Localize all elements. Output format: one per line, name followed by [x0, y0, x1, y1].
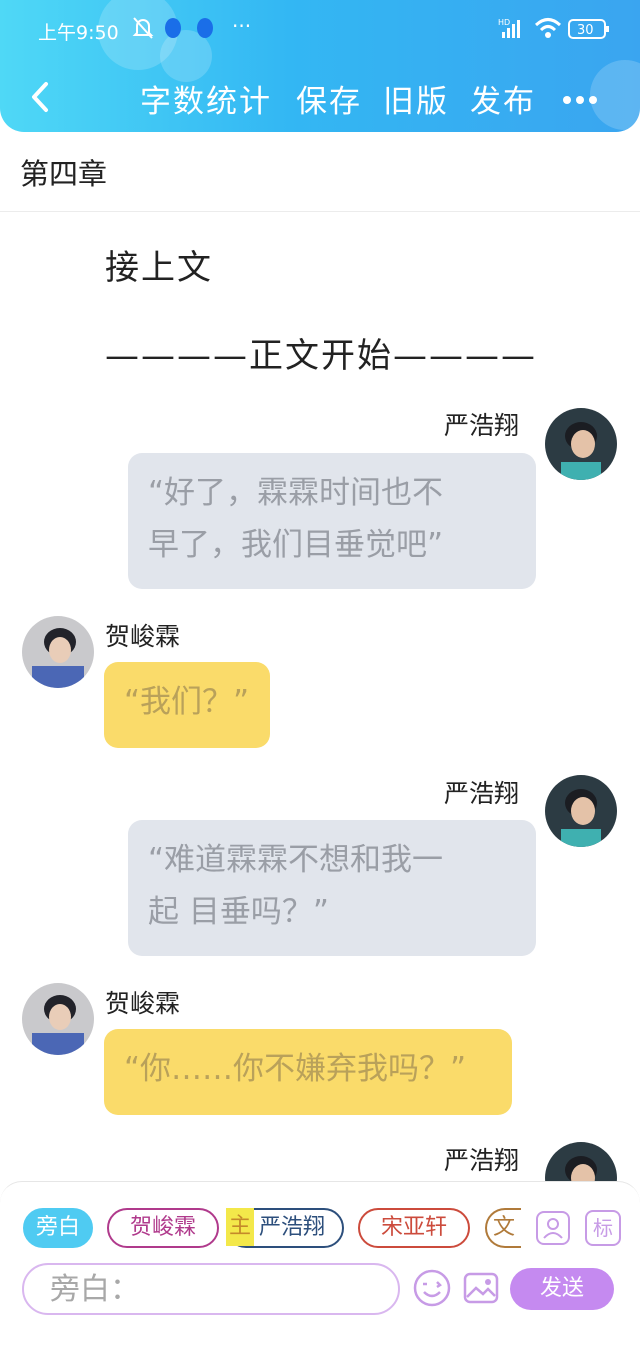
save-button[interactable]: 保存	[296, 76, 362, 121]
role-chip-he-junlin[interactable]: 贺峻霖	[107, 1208, 219, 1248]
svg-text:30: 30	[577, 23, 594, 38]
speaker-name: 严浩翔	[444, 779, 520, 808]
qq-icon	[162, 16, 184, 45]
more-menu-button[interactable]	[562, 90, 598, 104]
person-card-icon	[536, 1211, 570, 1245]
mark-label: 标	[593, 1216, 613, 1240]
status-time: 上午9:50	[38, 22, 119, 44]
nav-bar: 字数统计 保存 旧版 发布	[0, 68, 640, 128]
message-text: “好了，霖霖时间也不	[148, 475, 444, 511]
message-input[interactable]	[48, 1271, 382, 1308]
main-role-tag: 主	[226, 1208, 254, 1246]
more-dots-icon	[563, 96, 597, 104]
avatar-he-junlin[interactable]	[22, 983, 94, 1055]
emoji-button[interactable]	[412, 1268, 452, 1308]
signal-icon: HD	[498, 16, 526, 45]
avatar-he-junlin[interactable]	[22, 616, 94, 688]
publish-button[interactable]: 发布	[470, 76, 536, 121]
mark-button[interactable]: 标	[585, 1210, 621, 1246]
role-chip-partial[interactable]: 文	[485, 1208, 521, 1248]
message-input-box[interactable]	[22, 1263, 400, 1315]
message-text: “难道霖霖不想和我一	[148, 842, 444, 878]
speaker-name: 严浩翔	[444, 411, 520, 440]
chip-label: 严浩翔	[258, 1215, 325, 1240]
message-text: 早了，我们目垂觉吧”	[148, 527, 444, 563]
message-text: “我们？”	[124, 684, 250, 720]
chip-label: 旁白	[35, 1215, 80, 1240]
speaker-name: 贺峻霖	[105, 622, 181, 651]
word-count-button[interactable]: 字数统计	[140, 76, 272, 121]
message-text: “你……你不嫌弃我吗？”	[124, 1051, 467, 1087]
narration-line[interactable]: ————正文开始————	[105, 328, 537, 377]
back-arrow-icon	[32, 82, 48, 112]
more-notifications-icon: ···	[232, 14, 252, 38]
role-manage-button[interactable]	[535, 1210, 571, 1246]
battery-icon: 30	[568, 18, 610, 45]
old-version-button[interactable]: 旧版	[383, 76, 449, 121]
message-bubble[interactable]: “难道霖霖不想和我一 起 目垂吗？”	[128, 820, 536, 956]
chapter-title: 第四章	[20, 157, 108, 191]
qq-icon	[194, 16, 216, 45]
speaker-name: 严浩翔	[444, 1146, 520, 1175]
chip-label: 文	[492, 1215, 515, 1240]
svg-text:HD: HD	[498, 18, 510, 27]
emoji-icon	[413, 1269, 451, 1307]
top-header: 上午9:50 ··· HD 30 字数统计 保存 旧版 发布	[0, 0, 640, 132]
mute-bell-icon	[132, 16, 154, 45]
message-bubble[interactable]: “你……你不嫌弃我吗？”	[104, 1029, 512, 1115]
chip-label: 贺峻霖	[129, 1215, 196, 1240]
chapter-title-field[interactable]: 第四章	[0, 133, 640, 212]
message-bubble[interactable]: “好了，霖霖时间也不 早了，我们目垂觉吧”	[128, 453, 536, 589]
avatar-yan-haoxiang[interactable]	[545, 775, 617, 847]
send-button[interactable]: 发送	[510, 1268, 614, 1310]
message-text: 起 目垂吗？”	[148, 894, 329, 930]
wifi-icon	[534, 16, 562, 45]
message-bubble[interactable]: “我们？”	[104, 662, 270, 748]
role-chip-song-yaxuan[interactable]: 宋亚轩	[358, 1208, 470, 1248]
image-icon	[463, 1272, 499, 1304]
chip-label: 宋亚轩	[380, 1215, 447, 1240]
status-bar: 上午9:50 ··· HD 30	[0, 12, 640, 48]
avatar-yan-haoxiang[interactable]	[545, 408, 617, 480]
role-chip-narration[interactable]: 旁白	[23, 1208, 93, 1248]
speaker-name: 贺峻霖	[105, 989, 181, 1018]
back-button[interactable]	[22, 74, 62, 120]
image-button[interactable]	[463, 1270, 499, 1306]
narration-line[interactable]: 接上文	[105, 240, 213, 289]
